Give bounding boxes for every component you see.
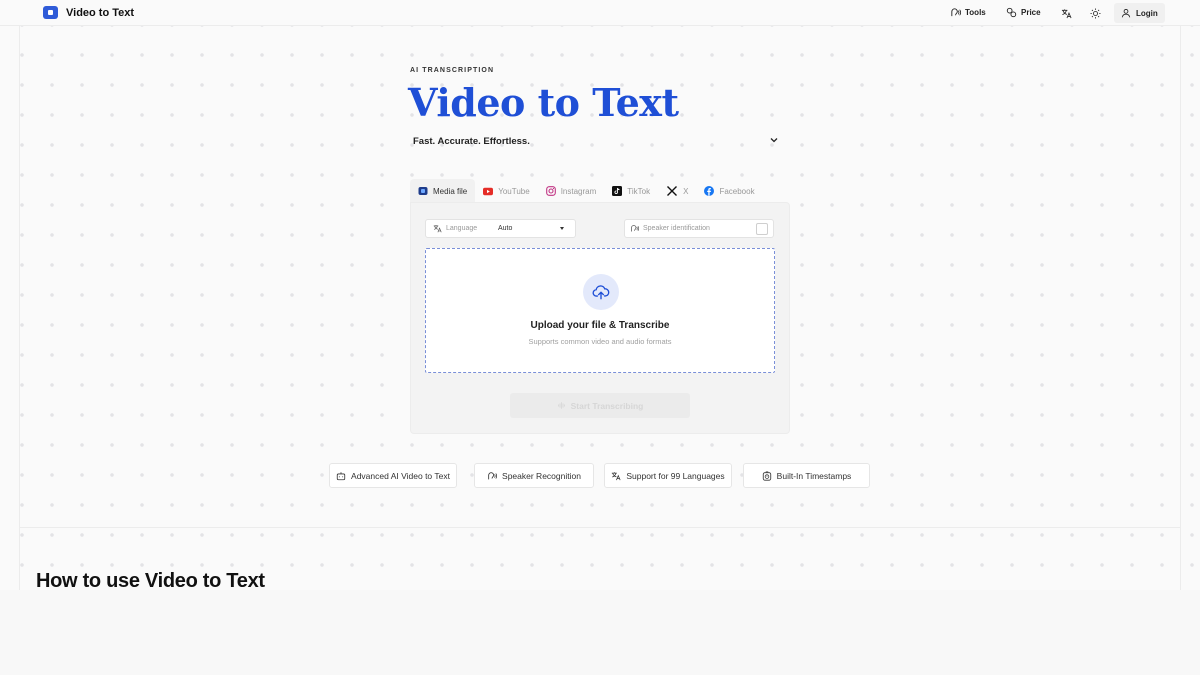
brand-logo-icon bbox=[43, 6, 58, 19]
language-label-text: Language bbox=[446, 225, 478, 232]
start-transcribing-label: Start Transcribing bbox=[570, 400, 644, 411]
feature-timestamps: Built-In Timestamps bbox=[743, 463, 870, 488]
tab-instagram-label: Instagram bbox=[560, 186, 597, 196]
upload-subtitle: Supports common video and audio formats bbox=[528, 337, 672, 346]
nav-price-label: Price bbox=[1021, 8, 1041, 17]
login-label: Login bbox=[1136, 8, 1158, 18]
tab-facebook-label: Facebook bbox=[719, 186, 755, 196]
tab-facebook[interactable]: Facebook bbox=[696, 179, 762, 203]
language-label: Language bbox=[426, 224, 498, 233]
tab-x-label: X bbox=[683, 186, 689, 196]
speaker-identification-label: Speaker identification bbox=[643, 225, 710, 232]
hero-tagline: Fast. Accurate. Effortless. bbox=[413, 136, 530, 147]
caret-down-icon bbox=[560, 227, 564, 230]
brand-name: Video to Text bbox=[66, 6, 135, 19]
section-divider bbox=[19, 527, 1181, 528]
tab-tiktok[interactable]: TikTok bbox=[604, 179, 658, 203]
theme-toggle-button[interactable] bbox=[1088, 6, 1102, 20]
cloud-upload-icon bbox=[592, 285, 610, 300]
feature-99-languages: Support for 99 Languages bbox=[604, 463, 732, 488]
source-tabs: Media file YouTube Instagram TikTok X Fa… bbox=[410, 179, 763, 203]
top-header: Video to Text Tools Price Login bbox=[0, 0, 1200, 26]
chevron-down-icon[interactable] bbox=[769, 135, 779, 145]
tab-youtube[interactable]: YouTube bbox=[475, 179, 537, 203]
translate-icon bbox=[612, 471, 621, 480]
speaker-identification-checkbox[interactable] bbox=[756, 223, 768, 235]
tab-x[interactable]: X bbox=[658, 179, 696, 203]
bottom-blank-area bbox=[0, 590, 1200, 675]
nav-tools[interactable]: Tools bbox=[950, 7, 986, 18]
feature-ai-video-to-text: Advanced AI Video to Text bbox=[329, 463, 457, 488]
upload-title: Upload your file & Transcribe bbox=[530, 320, 670, 331]
language-switch-button[interactable] bbox=[1059, 6, 1073, 20]
start-transcribing-button[interactable]: Start Transcribing bbox=[510, 393, 690, 418]
sun-icon bbox=[1089, 7, 1101, 19]
hero-eyebrow: AI TRANSCRIPTION bbox=[410, 67, 495, 74]
tab-media-file[interactable]: Media file bbox=[410, 179, 476, 203]
instagram-icon bbox=[545, 186, 556, 196]
tab-media-file-label: Media file bbox=[433, 186, 468, 196]
tiktok-icon bbox=[612, 186, 623, 196]
nav-tools-label: Tools bbox=[965, 8, 986, 17]
right-gutter-line bbox=[1180, 26, 1181, 590]
timer-icon bbox=[762, 470, 771, 481]
translate-icon bbox=[433, 225, 442, 233]
upload-dropzone[interactable]: Upload your file & Transcribe Supports c… bbox=[425, 248, 775, 373]
translate-icon bbox=[1061, 8, 1071, 18]
tab-tiktok-label: TikTok bbox=[627, 186, 651, 196]
tab-youtube-label: YouTube bbox=[498, 186, 530, 196]
feature-languages-label: Support for 99 Languages bbox=[626, 470, 725, 481]
speaker-icon bbox=[488, 471, 498, 479]
bot-icon bbox=[336, 471, 346, 480]
speaker-wave-icon bbox=[631, 225, 639, 232]
audio-wave-icon bbox=[557, 402, 565, 409]
x-icon bbox=[666, 185, 678, 197]
tab-instagram[interactable]: Instagram bbox=[538, 179, 605, 203]
language-value: Auto bbox=[498, 225, 513, 232]
youtube-icon bbox=[483, 186, 494, 196]
page-title: Video to Text bbox=[408, 80, 679, 125]
feature-speaker-label: Speaker Recognition bbox=[502, 470, 581, 481]
left-gutter-line bbox=[19, 26, 20, 590]
feature-ai-label: Advanced AI Video to Text bbox=[351, 470, 450, 481]
user-icon bbox=[1121, 9, 1131, 18]
nav-price[interactable]: Price bbox=[1006, 7, 1041, 18]
upload-icon-wrap bbox=[583, 274, 619, 310]
brand-link[interactable]: Video to Text bbox=[43, 6, 134, 19]
media-file-icon bbox=[418, 186, 428, 196]
feature-speaker-recognition: Speaker Recognition bbox=[474, 463, 594, 488]
feature-timestamps-label: Built-In Timestamps bbox=[776, 470, 852, 481]
login-button[interactable]: Login bbox=[1114, 3, 1165, 23]
speaker-identification-toggle[interactable]: Speaker identification bbox=[624, 219, 774, 238]
facebook-icon bbox=[704, 186, 715, 196]
language-select[interactable]: Language Auto bbox=[425, 219, 576, 238]
coins-icon bbox=[1006, 7, 1017, 18]
speaker-wave-icon bbox=[951, 8, 961, 17]
